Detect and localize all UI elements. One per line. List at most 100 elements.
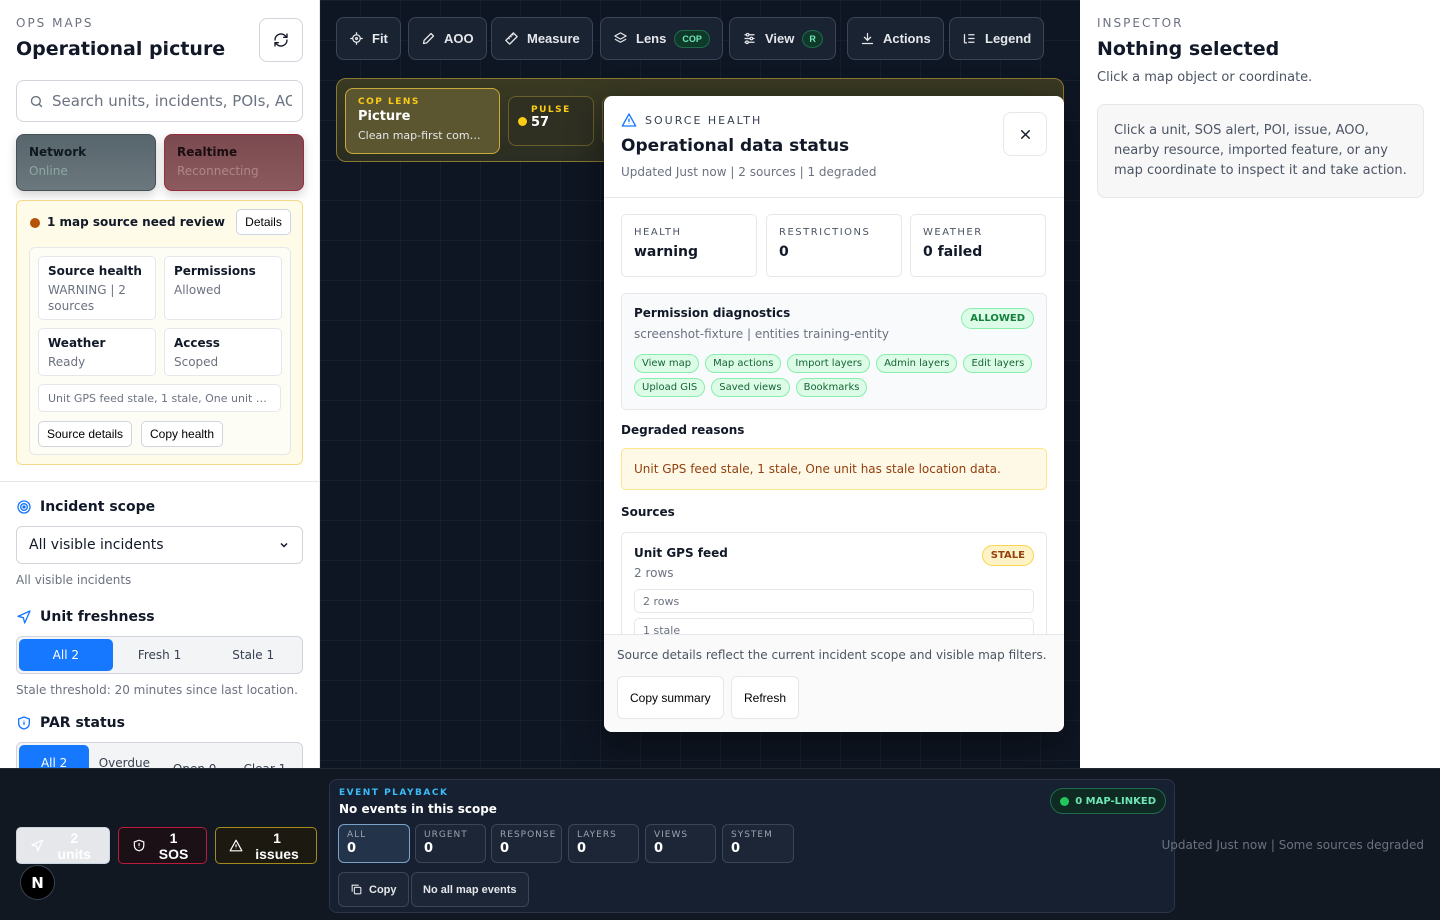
permission-chip: Map actions <box>705 354 782 373</box>
permission-title: Permission diagnostics <box>634 306 791 320</box>
layers-icon <box>614 32 627 43</box>
incident-scope-select[interactable]: All visible incidents <box>16 526 303 564</box>
stat-permissions: Permissions Allowed <box>164 256 282 320</box>
realtime-value: Reconnecting <box>177 164 259 178</box>
pulse-card[interactable]: PULSE 57 <box>508 96 594 146</box>
update-status-text: Updated Just now | Some sources degraded <box>1161 838 1424 852</box>
par-option-overdue[interactable]: Overdue <box>89 745 159 768</box>
kpi-restrictions: RESTRICTIONS 0 <box>766 214 902 277</box>
filter-value: 0 <box>731 841 741 856</box>
navigation-icon <box>31 839 44 852</box>
warning-triangle-icon <box>229 839 243 852</box>
fit-button[interactable]: Fit <box>336 17 401 60</box>
kpi-health: HEALTH warning <box>621 214 757 277</box>
cop-lens-card[interactable]: COP LENS Picture Clean map-first command… <box>345 88 500 154</box>
filter-value: 0 <box>424 841 434 856</box>
no-map-events-button[interactable]: No all map events <box>411 872 529 907</box>
source-details-button[interactable]: Source details <box>38 421 133 447</box>
kpi-value: 0 failed <box>923 244 983 260</box>
page-title: Operational picture <box>16 38 226 60</box>
source-card: Unit GPS feed 2 rows STALE 2 rows 1 stal… <box>621 532 1047 634</box>
download-icon <box>861 32 874 45</box>
refresh-icon <box>274 33 288 47</box>
kpi-label: HEALTH <box>634 227 682 238</box>
stat-label: Access <box>174 336 220 350</box>
lens-button[interactable]: Lens COP <box>600 17 723 60</box>
search-box <box>16 80 303 122</box>
dialog-subtitle: Updated Just now | 2 sources | 1 degrade… <box>621 165 877 179</box>
stat-value: Ready <box>48 355 86 369</box>
issues-chip[interactable]: 1 issues <box>215 827 317 864</box>
units-label: 2 units <box>57 829 91 862</box>
filter-value: 0 <box>654 841 664 856</box>
par-option-open[interactable]: Open 0 <box>160 745 230 768</box>
filter-urgent[interactable]: URGENT 0 <box>415 824 486 863</box>
filter-label: URGENT <box>424 830 468 840</box>
freshness-option-stale[interactable]: Stale 1 <box>206 639 300 671</box>
close-button[interactable] <box>1003 112 1047 156</box>
source-health-dialog: SOURCE HEALTH Operational data status Up… <box>604 96 1064 732</box>
filter-label: ALL <box>347 830 367 840</box>
aoo-button[interactable]: AOO <box>408 17 487 60</box>
pencil-icon <box>422 32 435 45</box>
sources-title: Sources <box>621 505 675 519</box>
units-chip[interactable]: 2 units <box>16 827 110 864</box>
view-button[interactable]: View R <box>729 17 836 60</box>
copy-events-button[interactable]: Copy <box>338 872 409 907</box>
search-input[interactable] <box>52 92 292 110</box>
issues-label: 1 issues <box>255 829 299 862</box>
refresh-button[interactable] <box>259 18 303 62</box>
inspector-panel: INSPECTOR Nothing selected Click a map o… <box>1080 0 1440 768</box>
measure-button[interactable]: Measure <box>491 17 593 60</box>
dialog-eyebrow-text: SOURCE HEALTH <box>645 113 763 127</box>
chevron-down-icon <box>280 542 288 548</box>
app-eyebrow: OPS MAPS <box>16 16 94 30</box>
actions-button[interactable]: Actions <box>847 17 944 60</box>
copy-summary-button[interactable]: Copy summary <box>617 676 724 719</box>
app-logo[interactable]: N <box>20 865 55 900</box>
freshness-option-all[interactable]: All 2 <box>19 639 113 671</box>
par-option-all[interactable]: All 2 <box>19 745 90 768</box>
stat-source-health: Source health WARNING | 2 sources <box>38 256 156 320</box>
realtime-status-card: Realtime Reconnecting <box>164 134 304 191</box>
legend-button[interactable]: Legend <box>949 17 1045 60</box>
par-status-segmented: All 2 Overdue Open 0 Clear 1 <box>16 742 303 768</box>
pulse-dot-icon <box>518 117 527 126</box>
stat-value: Scoped <box>174 355 219 369</box>
filter-system[interactable]: SYSTEM 0 <box>722 824 794 863</box>
review-reason: Unit GPS feed stale, 1 stale, One unit h… <box>38 384 281 412</box>
source-row: 2 rows <box>634 589 1034 613</box>
permission-chip: Upload GIS <box>634 378 706 397</box>
filter-value: 0 <box>500 841 510 856</box>
ruler-icon <box>505 32 518 45</box>
event-playback-panel: EVENT PLAYBACK No events in this scope 0… <box>329 779 1175 913</box>
par-option-clear[interactable]: Clear 1 <box>230 745 300 768</box>
filter-all[interactable]: ALL 0 <box>338 824 410 863</box>
filter-response[interactable]: RESPONSE 0 <box>491 824 562 863</box>
permission-chip: View map <box>634 354 700 373</box>
inspector-subtitle: Click a map object or coordinate. <box>1097 70 1313 85</box>
copy-health-button[interactable]: Copy health <box>141 421 224 447</box>
details-button[interactable]: Details <box>236 209 291 235</box>
filter-value: 0 <box>577 841 587 856</box>
freshness-option-fresh[interactable]: Fresh 1 <box>113 639 207 671</box>
filter-views[interactable]: VIEWS 0 <box>645 824 716 863</box>
filter-layers[interactable]: LAYERS 0 <box>568 824 639 863</box>
view-badge: R <box>802 29 823 48</box>
lens-description: Clean map-first command view <box>358 129 487 142</box>
stat-label: Permissions <box>174 264 256 278</box>
stat-value: WARNING | 2 sources <box>48 283 126 313</box>
pulse-label: PULSE <box>531 105 571 115</box>
dialog-body[interactable]: HEALTH warning RESTRICTIONS 0 WEATHER 0 … <box>604 198 1064 634</box>
fit-label: Fit <box>372 31 388 46</box>
pulse-value: 57 <box>531 115 550 130</box>
target-icon <box>17 500 31 514</box>
incident-scope-value: All visible incidents <box>29 537 164 553</box>
warning-triangle-icon <box>621 113 637 127</box>
filter-label: VIEWS <box>654 830 689 840</box>
filter-label: LAYERS <box>577 830 617 840</box>
inspector-empty-state: Click a unit, SOS alert, POI, issue, AOO… <box>1097 104 1424 198</box>
network-label: Network <box>29 145 87 159</box>
refresh-sources-button[interactable]: Refresh <box>731 676 800 719</box>
sos-chip[interactable]: 1 SOS <box>118 827 207 864</box>
